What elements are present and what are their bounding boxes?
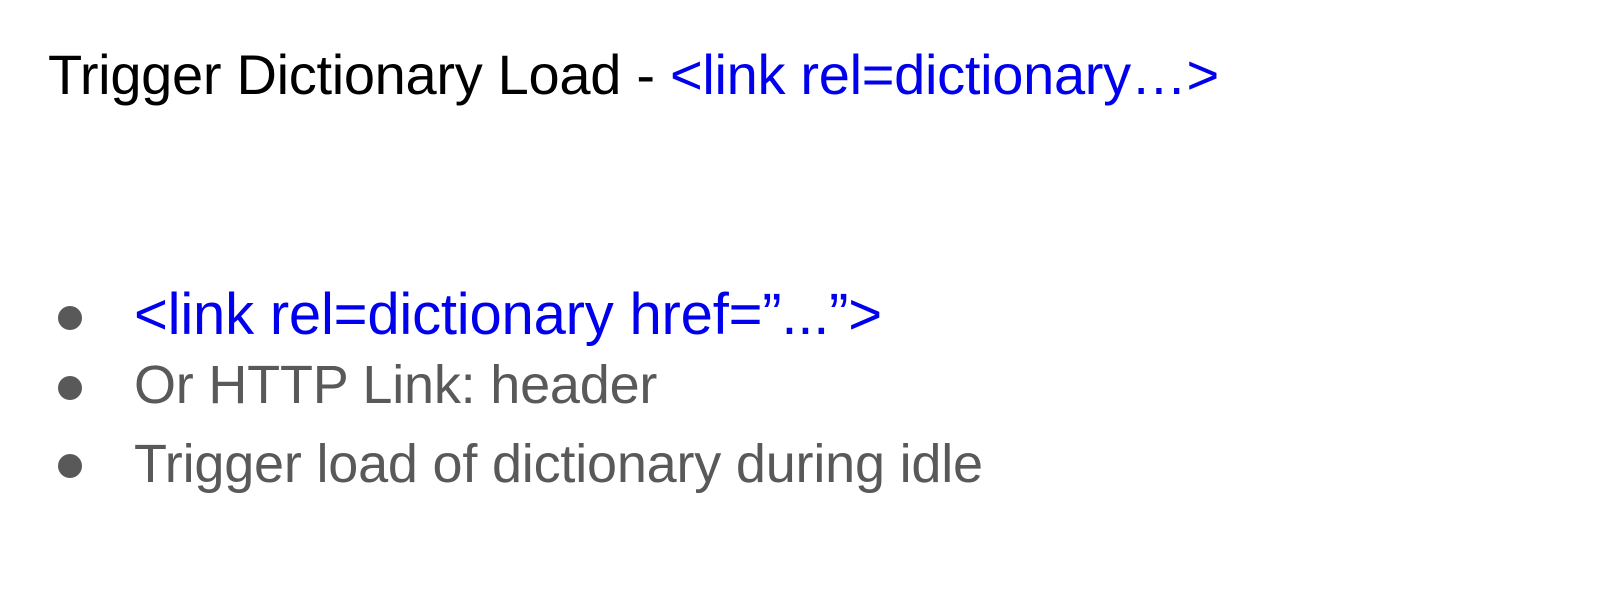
- bullet-text-idle-load: Trigger load of dictionary during idle: [134, 434, 983, 494]
- bullet-dot-icon: [58, 306, 82, 330]
- slide-title-code: <link rel=dictionary…>: [669, 43, 1219, 106]
- bullet-dot-icon: [58, 454, 82, 478]
- bullet-dot-icon: [58, 376, 82, 400]
- slide-title-text: Trigger Dictionary Load -: [48, 43, 670, 106]
- slide: Trigger Dictionary Load - <link rel=dict…: [0, 0, 1600, 610]
- bullet-text-http-header: Or HTTP Link: header: [134, 355, 658, 415]
- slide-title: Trigger Dictionary Load - <link rel=dict…: [48, 40, 1219, 110]
- bullet-text-link-tag: <link rel=dictionary href=”...”>: [134, 282, 882, 347]
